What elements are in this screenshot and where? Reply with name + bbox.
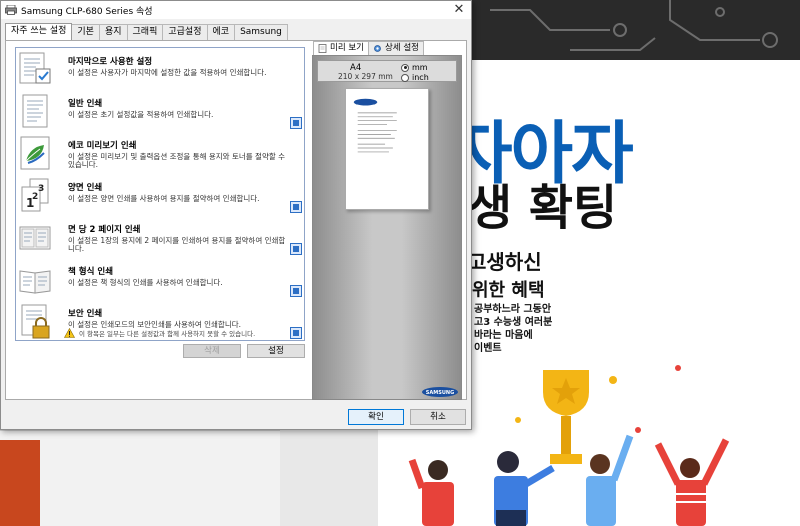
- poster-text: 이벤트: [474, 343, 502, 354]
- tab-eco[interactable]: 에코: [206, 24, 236, 40]
- cancel-button[interactable]: 취소: [410, 409, 466, 425]
- favorite-title: 양면 인쇄: [68, 183, 103, 193]
- svg-text:3: 3: [38, 184, 44, 194]
- radio-unselected-icon: [401, 73, 409, 82]
- warning-text: 이 항목은 일부는 다른 설정값과 함께 사용하지 못할 수 있습니다.: [79, 330, 256, 338]
- tab-samsung[interactable]: Samsung: [234, 24, 288, 40]
- ok-button[interactable]: 확인: [348, 409, 404, 425]
- delete-button[interactable]: 삭제: [183, 344, 241, 358]
- warning-row: 이 항목은 일부는 다른 설정값과 함께 사용하지 못할 수 있습니다.: [64, 328, 255, 338]
- poster-line: 고생하신: [468, 250, 542, 274]
- favorite-description: 이 설정은 책 형식의 인쇄를 사용하여 인쇄합니다.: [68, 278, 223, 287]
- poster-subheadline: 생 확팅: [468, 180, 618, 236]
- lock-doc-icon: [21, 304, 50, 339]
- svg-text:SAMSUNG: SAMSUNG: [426, 390, 454, 396]
- title-bar: Samsung CLP-680 Series 속성: [1, 1, 471, 19]
- favorite-description: 이 설정은 초기 설정값을 적용하여 인쇄합니다.: [68, 110, 214, 119]
- favorites-panel: 마지막으로 사용한 설정 이 설정은 사용자가 마지막에 설정한 값을 적용하여…: [5, 40, 467, 400]
- booklet-icon: [19, 270, 51, 294]
- circuit-decoration: [490, 0, 778, 51]
- printer-icon: [5, 5, 17, 15]
- favorites-list[interactable]: 마지막으로 사용한 설정 이 설정은 사용자가 마지막에 설정한 값을 적용하여…: [15, 47, 305, 341]
- unit-mm-radio[interactable]: mm: [401, 63, 428, 72]
- favorite-description: 이 설정은 사용자가 마지막에 설정한 값을 적용하여 인쇄합니다.: [68, 68, 267, 77]
- favorite-item-normal[interactable]: 일반 인쇄 이 설정은 초기 설정값을 적용하여 인쇄합니다.: [16, 90, 304, 132]
- default-badge-icon: [290, 327, 302, 339]
- tab-preview[interactable]: 미리 보기: [313, 41, 369, 55]
- favorite-item-duplex[interactable]: 1 3 2 양면 인쇄 이 설정은 양면 인쇄를 사용하여 용지를 절약하여 인…: [16, 174, 304, 216]
- default-badge-icon: [290, 243, 302, 255]
- print-preview-area: A4 210 x 297 mm mm inch SAMSUNG: [312, 55, 462, 400]
- paper-info-box: A4 210 x 297 mm mm inch: [317, 60, 457, 82]
- set-button[interactable]: 설정: [247, 344, 305, 358]
- tab-favorites[interactable]: 자주 쓰는 설정: [5, 23, 73, 40]
- window-title: Samsung CLP-680 Series 속성: [21, 6, 153, 17]
- two-up-pages-icon: [19, 226, 51, 250]
- samsung-logo: SAMSUNG: [422, 387, 458, 397]
- favorite-description: 이 설정은 미리보기 및 출력옵션 조정을 통해 용지와 토너를 절약할 수 있…: [68, 152, 286, 169]
- default-badge-icon: [290, 285, 302, 297]
- eco-leaf-icon: [20, 136, 50, 170]
- favorite-item-last-used[interactable]: 마지막으로 사용한 설정 이 설정은 사용자가 마지막에 설정한 값을 적용하여…: [16, 48, 304, 90]
- favorite-title: 일반 인쇄: [68, 99, 103, 109]
- paper-dimensions: 210 x 297 mm: [338, 72, 393, 81]
- favorite-title: 보안 인쇄: [68, 309, 103, 319]
- svg-text:2: 2: [32, 192, 38, 202]
- background-red-block: [0, 440, 40, 526]
- default-badge-icon: [290, 201, 302, 213]
- close-button[interactable]: ✕: [451, 2, 467, 18]
- tab-advanced[interactable]: 고급설정: [162, 24, 208, 40]
- unit-inch-label: inch: [412, 73, 429, 82]
- page-icon: [318, 44, 327, 53]
- preview-tab-strip: 미리 보기 상세 설정: [313, 41, 424, 55]
- radio-selected-icon: [401, 63, 409, 72]
- favorite-title: 면 당 2 페이지 인쇄: [68, 225, 141, 235]
- unit-inch-radio[interactable]: inch: [401, 73, 429, 82]
- paper-preview-page: [345, 88, 429, 210]
- favorite-item-eco[interactable]: 에코 미리보기 인쇄 이 설정은 미리보기 및 출력옵션 조정을 통해 용지와 …: [16, 132, 304, 174]
- unit-mm-label: mm: [412, 63, 428, 72]
- printer-properties-dialog: Samsung CLP-680 Series 속성 ✕ 자주 쓰는 설정 기본 …: [0, 0, 472, 430]
- poster-line: 위한 혜택: [472, 280, 545, 301]
- favorite-description: 이 설정은 양면 인쇄를 사용하여 용지를 절약하여 인쇄합니다.: [68, 194, 260, 203]
- warning-icon: [64, 328, 75, 338]
- duplex-pages-icon: 1 3 2: [21, 178, 49, 212]
- default-badge-icon: [290, 117, 302, 129]
- tab-paper[interactable]: 용지: [98, 24, 128, 40]
- favorite-item-two-up[interactable]: 면 당 2 페이지 인쇄 이 설정은 1장의 용지에 2 페이지를 인쇄하여 용…: [16, 216, 304, 258]
- favorite-title: 에코 미리보기 인쇄: [68, 141, 137, 151]
- favorite-description: 이 설정은 1장의 용지에 2 페이지를 인쇄하여 용지를 절약하여 인쇄합니다…: [68, 236, 286, 253]
- tab-details-label: 상세 설정: [384, 43, 419, 53]
- normal-print-doc-icon: [22, 94, 48, 128]
- tab-graphics[interactable]: 그래픽: [126, 24, 164, 40]
- background-slide-card: [0, 430, 280, 526]
- last-used-doc-icon: [19, 52, 51, 84]
- gear-icon: [374, 45, 381, 52]
- tab-details[interactable]: 상세 설정: [367, 41, 424, 55]
- favorite-title: 마지막으로 사용한 설정: [68, 57, 153, 67]
- favorite-title: 책 형식 인쇄: [68, 267, 114, 277]
- tab-preview-label: 미리 보기: [330, 43, 364, 53]
- tab-strip: 자주 쓰는 설정 기본 용지 그래픽 고급설정 에코 Samsung: [5, 23, 288, 40]
- favorite-item-booklet[interactable]: 책 형식 인쇄 이 설정은 책 형식의 인쇄를 사용하여 인쇄합니다.: [16, 258, 304, 300]
- tab-basic[interactable]: 기본: [71, 24, 100, 40]
